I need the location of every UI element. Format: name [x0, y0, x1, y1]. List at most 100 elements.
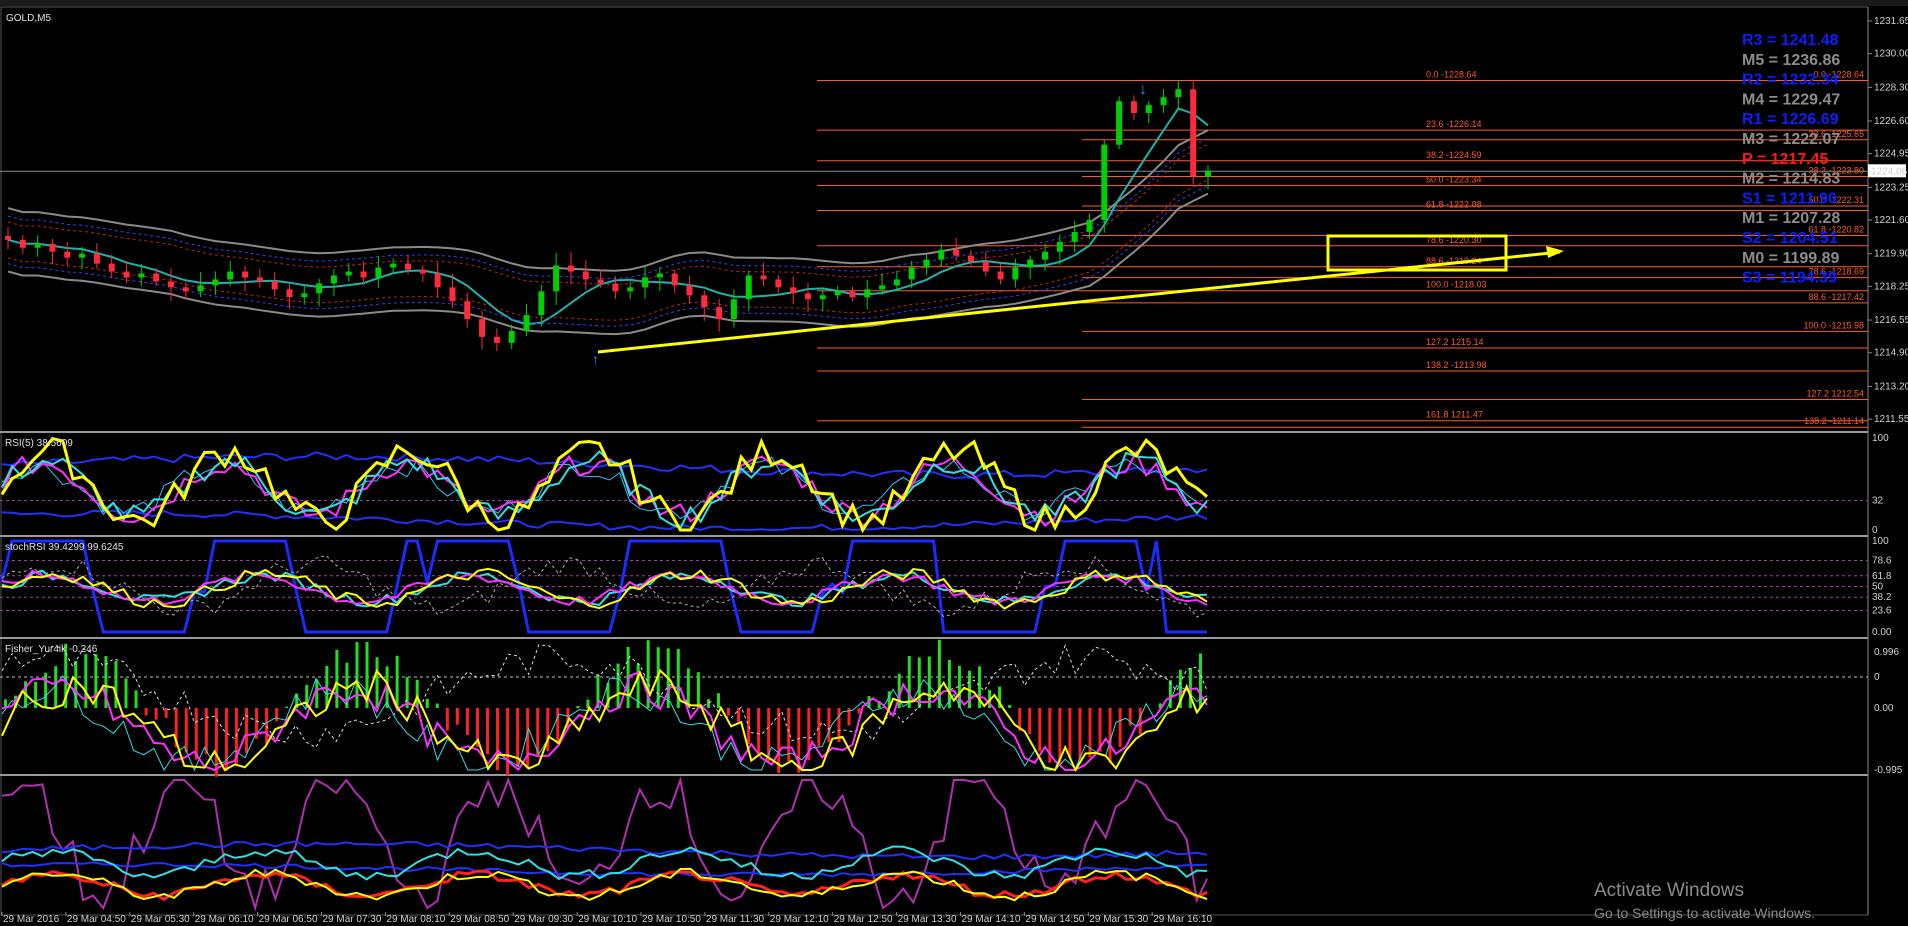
fisher-hist-bar	[245, 708, 248, 753]
candle-body	[449, 287, 456, 302]
time-tick-label: 29 Mar 08:10	[386, 914, 445, 925]
symbol-label: GOLD,M5	[6, 13, 51, 24]
candle-body	[879, 285, 886, 290]
price-tick-label: 1224.95	[1874, 149, 1908, 160]
candle-body	[597, 279, 604, 284]
fisher-tick-label: 0.996	[1874, 647, 1899, 658]
candle-body	[79, 253, 86, 258]
candle-body	[153, 273, 160, 282]
candle-body	[212, 279, 219, 286]
candle-body	[775, 279, 782, 288]
trading-chart[interactable]: GOLD,M5 0.0 -1228.64 23.6 -1226.14 38.2 -1…	[0, 0, 1908, 926]
candle-body	[182, 287, 189, 292]
candle-body	[390, 263, 397, 268]
fisher-hist-bar	[275, 708, 279, 722]
fisher-hist-bar	[144, 708, 148, 716]
fisher-hist-bar	[616, 663, 620, 708]
toolbar-strip	[0, 0, 1908, 6]
candle-body	[982, 261, 989, 272]
fisher-hist-bar	[335, 649, 339, 708]
candle-body	[434, 273, 441, 288]
candle-body	[19, 239, 26, 248]
time-tick-label: 29 Mar 09:30	[514, 914, 573, 925]
indicator-tick-label: 100	[1872, 433, 1889, 444]
fisher-hist-bar	[1028, 708, 1032, 735]
candle-body	[760, 275, 767, 280]
indicator-tick-label: 23.6	[1872, 606, 1892, 617]
candle-body	[612, 283, 619, 292]
candle-body	[997, 271, 1004, 280]
fisher-hist-bar	[355, 642, 359, 708]
fisher-hist-bar	[757, 708, 761, 754]
fisher-hist-bar	[184, 708, 188, 753]
current-price-label: 1224.06	[1871, 166, 1908, 177]
pivot-label: M4 = 1229.47	[1742, 91, 1840, 108]
fisher-tick-label: 0	[1874, 672, 1880, 683]
fisher-hist-bar	[1038, 708, 1042, 752]
pivot-label: M5 = 1236.86	[1742, 52, 1840, 69]
fib-level-label: 138.2 -1213.98	[1426, 360, 1487, 370]
fisher-hist-bar	[445, 708, 449, 731]
fisher-hist-bar	[556, 708, 560, 745]
candle-body	[123, 271, 130, 278]
time-tick-label: 29 Mar 04:50	[67, 914, 126, 925]
candle-body	[138, 273, 145, 278]
fisher-tick-label: 0.00	[1874, 703, 1894, 714]
price-tick-label: 1223.25	[1874, 182, 1908, 193]
indicator-tick-label: 50	[1872, 582, 1884, 593]
fisher-hist-bar	[486, 708, 489, 755]
candle-body	[730, 299, 737, 320]
fisher-hist-bar	[727, 708, 730, 716]
candle-body	[197, 285, 204, 292]
time-tick-label: 29 Mar 07:30	[323, 914, 382, 925]
candle-body	[1027, 259, 1034, 268]
fib-level-label: 61.8 -1222.08	[1426, 200, 1482, 210]
time-tick-label: 29 Mar 12:10	[770, 914, 829, 925]
fisher-hist-bar	[1108, 708, 1112, 763]
fisher-hist-bar	[716, 693, 720, 708]
indicator-tick-label: 38.2	[1872, 592, 1892, 603]
candle-body	[301, 293, 308, 298]
candle-body	[375, 267, 382, 278]
fisher-hist-bar	[927, 656, 931, 708]
fib-level-label: 23.6 -1226.14	[1426, 119, 1482, 129]
candle-body	[1130, 101, 1137, 114]
candle-body	[330, 275, 337, 284]
indicator-tick-label: 0	[1872, 525, 1878, 536]
candle-body	[805, 293, 811, 300]
candle-body	[167, 281, 174, 288]
candle-body	[1175, 89, 1182, 98]
fisher-hist-bar	[827, 708, 831, 743]
price-tick-label: 1230.00	[1874, 49, 1908, 60]
fisher-title: Fisher_Yur4ik -0.246	[5, 644, 98, 655]
candle-body	[1071, 231, 1078, 242]
price-tick-label: 1226.60	[1874, 116, 1908, 127]
fisher-hist-bar	[576, 706, 580, 708]
fisher-hist-bar	[1008, 705, 1012, 708]
time-tick-label: 29 Mar 08:50	[450, 914, 509, 925]
fisher-hist-bar	[44, 672, 48, 708]
time-tick-label: 29 Mar 10:50	[642, 914, 701, 925]
fisher-hist-bar	[696, 672, 700, 708]
fisher-hist-bar	[395, 655, 399, 708]
candle-body	[1160, 97, 1167, 106]
candle-body	[671, 273, 678, 286]
candle-body	[286, 289, 293, 298]
pivot-label: S1 = 1211.90	[1742, 190, 1837, 207]
time-tick-label: 29 Mar 15:30	[1089, 914, 1148, 925]
candle-body	[582, 271, 589, 280]
candle-body	[538, 291, 545, 316]
fisher-hist-bar	[737, 708, 741, 722]
time-tick-label: 29 Mar 11:30	[706, 914, 765, 925]
candle-body	[493, 336, 500, 343]
candle-body	[567, 265, 574, 272]
candle-body	[627, 287, 634, 292]
rsi-title: RSI(5) 38.5609	[5, 438, 73, 449]
fisher-hist-bar	[285, 706, 289, 708]
candle-body	[656, 273, 663, 278]
fisher-hist-bar	[375, 657, 379, 708]
fisher-hist-bar	[455, 708, 459, 725]
indicator-tick-label: 0.00	[1872, 627, 1892, 638]
fisher-hist-bar	[1118, 708, 1122, 747]
candle-body	[849, 291, 856, 298]
